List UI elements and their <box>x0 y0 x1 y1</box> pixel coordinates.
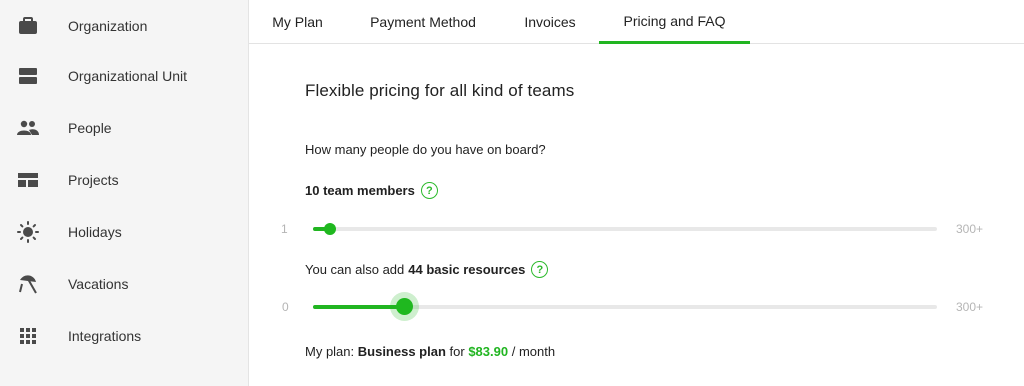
briefcase-icon <box>17 15 39 37</box>
resources-slider-min: 0 <box>282 300 289 314</box>
resources-prefix: You can also add <box>305 262 405 277</box>
grid-icon <box>17 325 39 347</box>
sidebar-item-people[interactable]: People <box>0 102 248 154</box>
tab-bar: My Plan Payment Method Invoices Pricing … <box>249 0 1024 44</box>
tab-pricing-and-faq[interactable]: Pricing and FAQ <box>599 0 750 44</box>
resources-slider-max: 300+ <box>956 300 984 314</box>
team-members-row: 10 team members ? <box>305 182 438 199</box>
people-icon <box>17 117 39 139</box>
sidebar-item-label: Integrations <box>68 328 142 344</box>
resources-slider[interactable] <box>313 298 937 315</box>
tab-invoices[interactable]: Invoices <box>511 0 589 44</box>
plan-summary: My plan: Business plan for $83.90 / mont… <box>305 344 555 359</box>
tab-payment-method[interactable]: Payment Method <box>355 0 491 44</box>
sidebar: Organization Organizational Unit People … <box>0 0 249 386</box>
team-members-count: 10 team members <box>305 183 415 198</box>
sidebar-item-holidays[interactable]: Holidays <box>0 206 248 258</box>
sidebar-item-label: People <box>68 120 112 136</box>
members-slider-max: 300+ <box>956 222 984 236</box>
sidebar-item-organizational-unit[interactable]: Organizational Unit <box>0 50 248 102</box>
members-slider[interactable] <box>313 223 937 235</box>
resources-slider-thumb[interactable] <box>396 298 413 315</box>
plan-prefix: My plan: <box>305 344 355 359</box>
sidebar-item-label: Organization <box>68 18 148 34</box>
sidebar-item-label: Projects <box>68 172 119 188</box>
sidebar-item-organization[interactable]: Organization <box>0 0 248 52</box>
plan-price: $83.90 <box>468 344 509 359</box>
sidebar-item-vacations[interactable]: Vacations <box>0 258 248 310</box>
beach-umbrella-icon <box>17 273 39 295</box>
plan-for: for <box>449 344 465 359</box>
sun-icon <box>17 221 39 243</box>
plan-period: / month <box>511 344 556 359</box>
sidebar-item-label: Organizational Unit <box>68 68 188 84</box>
plan-name: Business plan <box>357 344 446 359</box>
tab-my-plan[interactable]: My Plan <box>259 0 336 44</box>
help-icon[interactable]: ? <box>420 182 438 199</box>
projects-icon <box>17 169 39 191</box>
members-slider-min: 1 <box>281 222 288 236</box>
team-size-question: How many people do you have on board? <box>305 142 546 157</box>
resources-row: You can also add 44 basic resources ? <box>305 261 549 278</box>
sidebar-item-label: Holidays <box>68 224 122 240</box>
sidebar-item-projects[interactable]: Projects <box>0 154 248 206</box>
resources-slider-fill <box>313 305 405 309</box>
sidebar-item-integrations[interactable]: Integrations <box>0 310 248 362</box>
help-icon[interactable]: ? <box>531 261 549 278</box>
page-title: Flexible pricing for all kind of teams <box>305 81 575 100</box>
server-icon <box>17 65 39 87</box>
members-slider-thumb[interactable] <box>324 223 336 235</box>
pricing-panel: Flexible pricing for all kind of teams H… <box>249 44 1024 386</box>
resources-count: 44 basic resources <box>408 262 526 277</box>
sidebar-item-label: Vacations <box>68 276 129 292</box>
